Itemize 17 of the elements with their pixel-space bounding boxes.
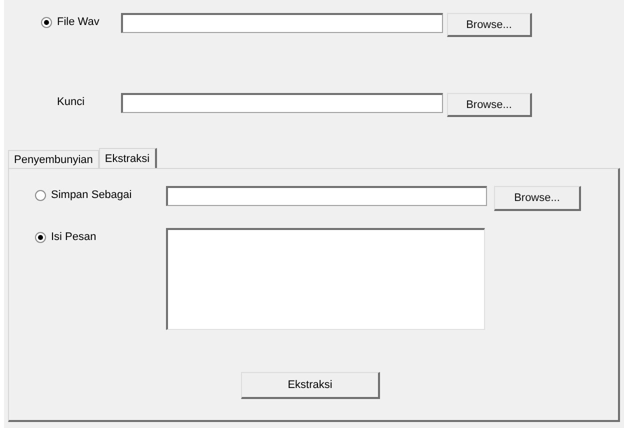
radio-button[interactable] — [35, 190, 46, 200]
path-input-field[interactable] — [121, 93, 443, 113]
radio-label: Isi Pesan — [51, 231, 96, 243]
radio-label: Simpan Sebagai — [51, 189, 132, 201]
browse-button[interactable]: Browse... — [447, 93, 532, 117]
path-input-field[interactable] — [121, 13, 443, 33]
radio-label: File Wav — [57, 16, 100, 28]
radio-button[interactable] — [35, 232, 46, 242]
tab[interactable]: Ekstraksi — [98, 148, 157, 168]
extract-button[interactable]: Ekstraksi — [241, 372, 380, 399]
path-input-field[interactable] — [166, 186, 487, 206]
message-text-area[interactable] — [166, 228, 485, 330]
radio-button[interactable] — [41, 16, 52, 28]
tab[interactable]: Penyembunyian — [8, 150, 99, 168]
field-label: Kunci — [57, 96, 85, 108]
browse-button[interactable]: Browse... — [494, 186, 581, 211]
browse-button[interactable]: Browse... — [447, 13, 532, 37]
